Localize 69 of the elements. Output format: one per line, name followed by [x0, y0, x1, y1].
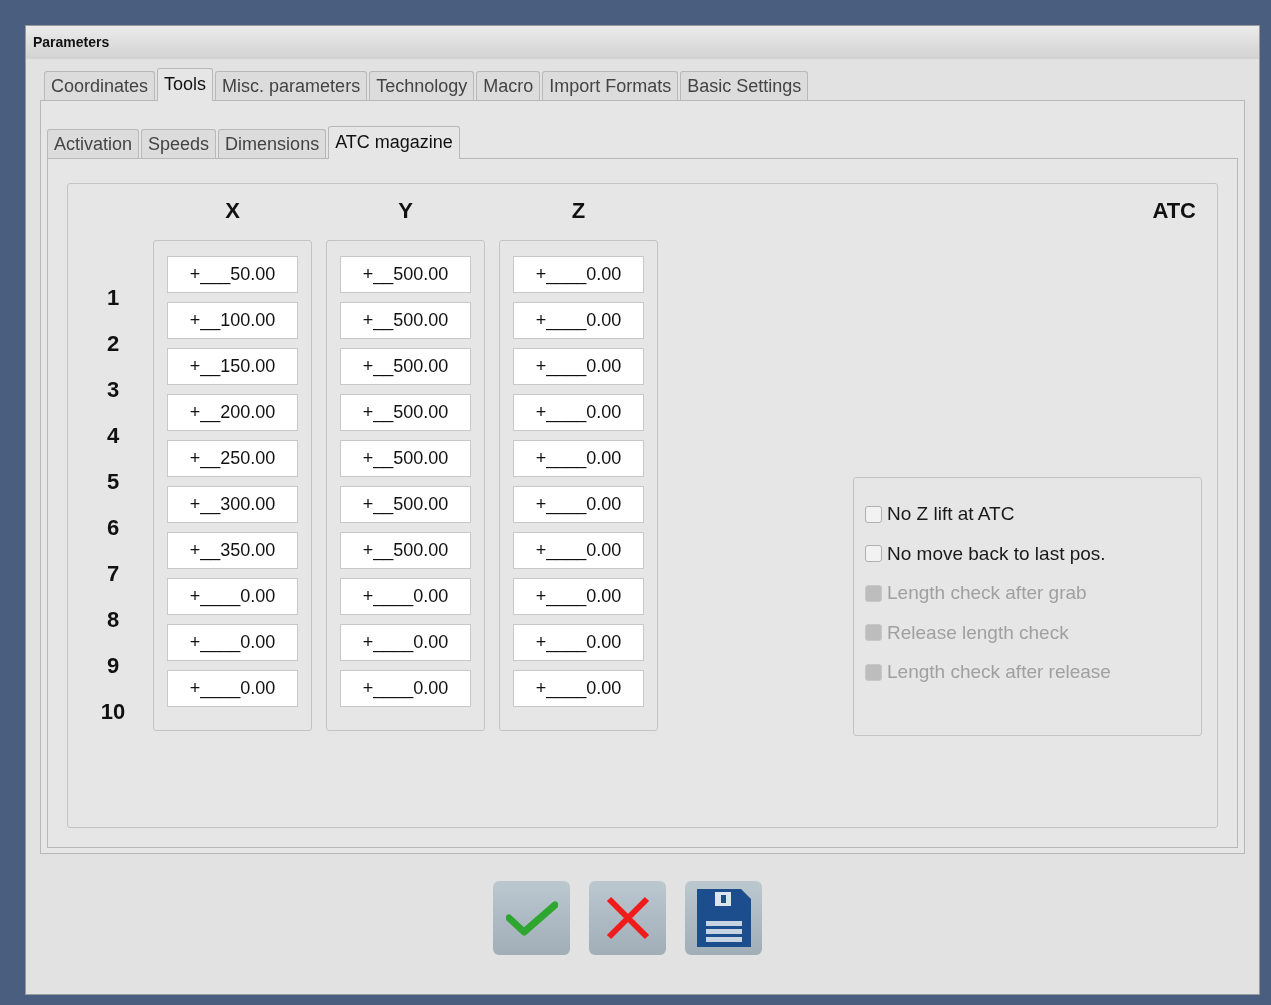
coordinate-field[interactable]: +____0.00 [340, 578, 471, 615]
coordinate-field[interactable]: +__350.00 [167, 532, 298, 569]
row-number: 10 [100, 697, 126, 726]
coordinate-field[interactable]: +____0.00 [513, 440, 644, 477]
tab[interactable]: Basic Settings [680, 71, 809, 100]
row-number: 7 [106, 559, 120, 588]
tab[interactable]: Macro [476, 71, 541, 100]
checkbox-label: No Z lift at ATC [887, 502, 1015, 526]
checkbox[interactable] [865, 505, 882, 523]
checkmark-icon [505, 900, 558, 936]
coordinate-field[interactable]: +____0.00 [513, 624, 644, 661]
cancel-button[interactable] [589, 881, 666, 955]
row-number: 6 [106, 513, 120, 542]
tab[interactable]: Coordinates [44, 71, 156, 100]
coordinate-field[interactable]: +____0.00 [513, 486, 644, 523]
coordinate-field[interactable]: +____0.00 [513, 578, 644, 615]
coordinate-field[interactable]: +__500.00 [340, 256, 471, 293]
checkbox-label: Length check after release [887, 660, 1111, 684]
column-heading: Y [398, 197, 413, 225]
row-number: 2 [106, 329, 120, 358]
coordinate-field[interactable]: +____0.00 [167, 624, 298, 661]
tab[interactable]: ATC magazine [328, 126, 460, 159]
coordinate-field[interactable]: +____0.00 [340, 624, 471, 661]
tab[interactable]: Dimensions [218, 129, 327, 158]
checkbox-label: Release length check [887, 620, 1069, 645]
row-number: 5 [106, 467, 120, 496]
save-button[interactable] [685, 881, 762, 955]
save-icon [696, 889, 751, 947]
coordinate-field[interactable]: +__500.00 [340, 302, 471, 339]
coordinate-field[interactable]: +____0.00 [167, 578, 298, 615]
atc-heading: ATC [1152, 197, 1197, 225]
tab[interactable]: Import Formats [542, 71, 679, 100]
coordinate-field[interactable]: +__300.00 [167, 486, 298, 523]
tab[interactable]: Speeds [141, 129, 217, 158]
close-icon [605, 896, 650, 940]
coordinate-field[interactable]: +____0.00 [513, 256, 644, 293]
coordinate-field[interactable]: +____0.00 [513, 302, 644, 339]
coordinate-field[interactable]: +__500.00 [340, 348, 471, 385]
column-heading: Z [571, 197, 586, 225]
coordinate-field[interactable]: +__100.00 [167, 302, 298, 339]
coordinate-field[interactable]: +____0.00 [340, 670, 471, 707]
checkbox[interactable] [865, 545, 882, 563]
coordinate-field[interactable]: +____0.00 [513, 348, 644, 385]
coordinate-field[interactable]: +__500.00 [340, 394, 471, 431]
tab[interactable]: Activation [47, 129, 140, 158]
coordinate-field[interactable]: +____0.00 [513, 670, 644, 707]
row-number: 3 [106, 375, 120, 404]
coordinate-field[interactable]: +__250.00 [167, 440, 298, 477]
coordinate-field[interactable]: +___50.00 [167, 256, 298, 293]
row-number: 8 [106, 605, 120, 634]
coordinate-field[interactable]: +____0.00 [167, 670, 298, 707]
window-title: Parameters [33, 33, 110, 52]
checkbox-label: Length check after grab [887, 581, 1087, 605]
coordinate-field[interactable]: +__500.00 [340, 486, 471, 523]
coordinate-field[interactable]: +__150.00 [167, 348, 298, 385]
confirm-button[interactable] [493, 881, 570, 955]
coordinate-field[interactable]: +____0.00 [513, 532, 644, 569]
column-heading: X [225, 197, 240, 225]
row-number: 9 [106, 651, 120, 680]
tab[interactable]: Technology [369, 71, 475, 100]
row-number: 1 [106, 283, 120, 312]
coordinate-field[interactable]: +__200.00 [167, 394, 298, 431]
tab[interactable]: Tools [157, 68, 214, 101]
row-number: 4 [106, 421, 120, 450]
tab[interactable]: Misc. parameters [215, 71, 368, 100]
checkbox-label: No move back to last pos. [887, 541, 1106, 566]
coordinate-field[interactable]: +__500.00 [340, 440, 471, 477]
coordinate-field[interactable]: +____0.00 [513, 394, 644, 431]
coordinate-field[interactable]: +__500.00 [340, 532, 471, 569]
